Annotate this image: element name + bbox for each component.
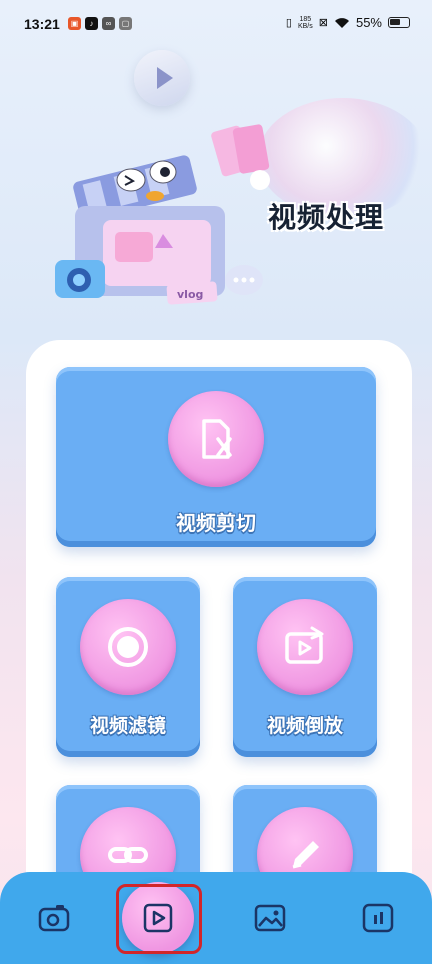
pause-square-icon — [362, 903, 394, 933]
play-bubble-icon — [134, 50, 190, 106]
video-cut-button[interactable]: 视频剪切 — [56, 367, 376, 547]
tiktok-icon: ♪ — [85, 17, 98, 30]
network-speed-unit: KB/s — [297, 22, 313, 30]
photo-app-icon: ▢ — [119, 17, 132, 30]
battery-percent: 55% — [355, 15, 382, 30]
battery-icon — [388, 17, 410, 28]
hero-banner: vlog 视频处理 — [0, 40, 432, 330]
network-speed-value: 185 — [299, 15, 312, 23]
reverse-play-icon — [285, 626, 324, 664]
status-time: 13:21 — [24, 16, 60, 32]
video-reverse-icon-circle — [257, 599, 353, 695]
status-indicators: ▯ 185 KB/s ⊠ 55% — [286, 15, 410, 30]
vlog-tag-illustration: vlog — [166, 281, 218, 305]
bottom-navigation-bar — [0, 872, 432, 964]
chat-bubble-illustration — [225, 265, 263, 295]
wifi-icon — [334, 17, 349, 28]
ticket-illustration — [211, 124, 270, 190]
image-icon — [254, 904, 286, 932]
selection-highlight — [116, 884, 202, 954]
video-filter-icon-circle — [80, 599, 176, 695]
nav-item-camera[interactable] — [14, 872, 94, 964]
nav-item-gallery[interactable] — [230, 872, 310, 964]
vlog-sticker-text: vlog — [177, 288, 203, 301]
notification-app-icon: ▣ — [68, 17, 81, 30]
network-speed: 185 KB/s — [298, 16, 313, 30]
video-reverse-button[interactable]: 视频倒放 — [233, 577, 377, 757]
status-app-icons: ▣ ♪ ∞ ▢ — [68, 17, 132, 30]
link-app-icon: ∞ — [102, 17, 115, 30]
cut-file-icon — [202, 419, 232, 459]
video-filter-button[interactable]: 视频滤镜 — [56, 577, 200, 757]
video-cut-label: 视频剪切 — [176, 511, 256, 535]
sim-icon: ⊠ — [318, 17, 328, 29]
video-reverse-label: 视频倒放 — [266, 715, 343, 737]
link-icon — [108, 847, 148, 863]
page-title: 视频处理 — [268, 201, 385, 234]
vibrate-icon: ▯ — [285, 17, 292, 29]
video-filter-label: 视频滤镜 — [89, 715, 166, 737]
camera-icon — [38, 905, 70, 932]
record-circle-icon — [108, 627, 148, 667]
video-cut-icon-circle — [168, 391, 264, 487]
nav-item-more[interactable] — [338, 872, 418, 964]
pencil-icon — [292, 841, 319, 869]
